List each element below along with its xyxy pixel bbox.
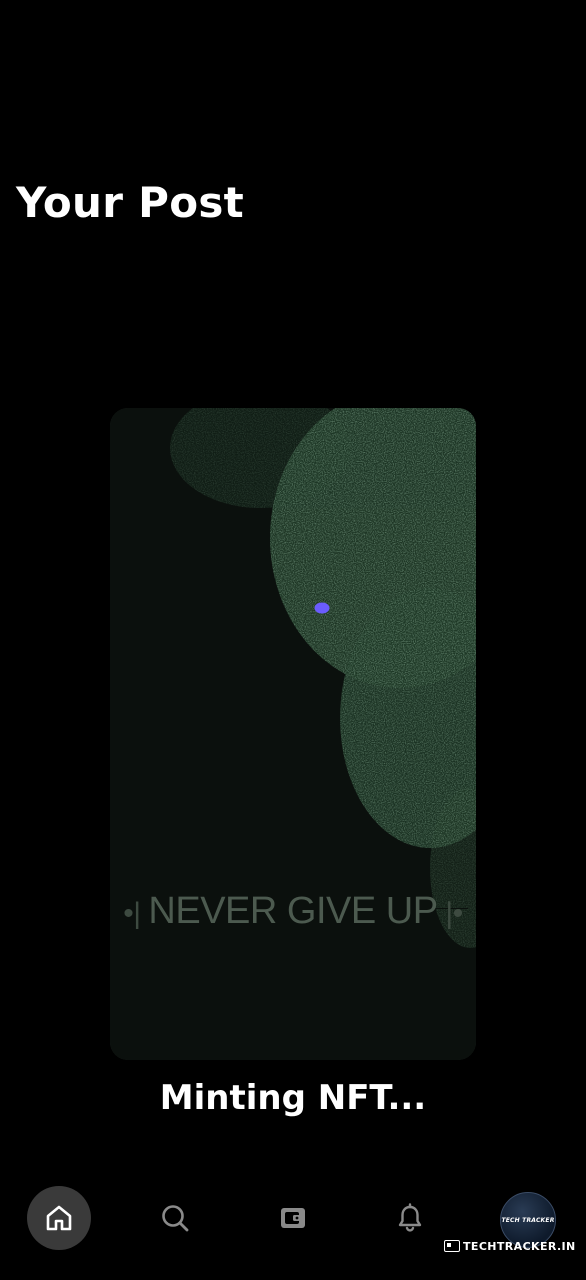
bell-icon	[398, 1203, 422, 1232]
wallet-icon	[281, 1208, 305, 1228]
accent-dot	[314, 602, 330, 614]
nav-notifications-button[interactable]	[378, 1186, 442, 1250]
search-icon	[162, 1205, 189, 1232]
watermark-text: TECHTRACKER.IN	[463, 1239, 576, 1253]
nav-wallet-button[interactable]	[261, 1186, 325, 1250]
post-image-caption: •| NEVER GIVE UP |•	[123, 890, 463, 932]
nav-home-button[interactable]	[27, 1186, 91, 1250]
minting-status: Minting NFT...	[159, 1078, 427, 1118]
home-icon	[46, 1205, 72, 1231]
nav-search-button[interactable]	[143, 1186, 207, 1250]
page-title: Your Post	[16, 178, 245, 227]
post-artwork	[110, 408, 476, 1060]
watermark: TECHTRACKER.IN	[444, 1238, 576, 1254]
browser-icon	[444, 1240, 460, 1252]
avatar-logo-text: TECH TRACKER	[501, 1216, 555, 1224]
post-image-card[interactable]: •| NEVER GIVE UP |•	[110, 408, 476, 1060]
